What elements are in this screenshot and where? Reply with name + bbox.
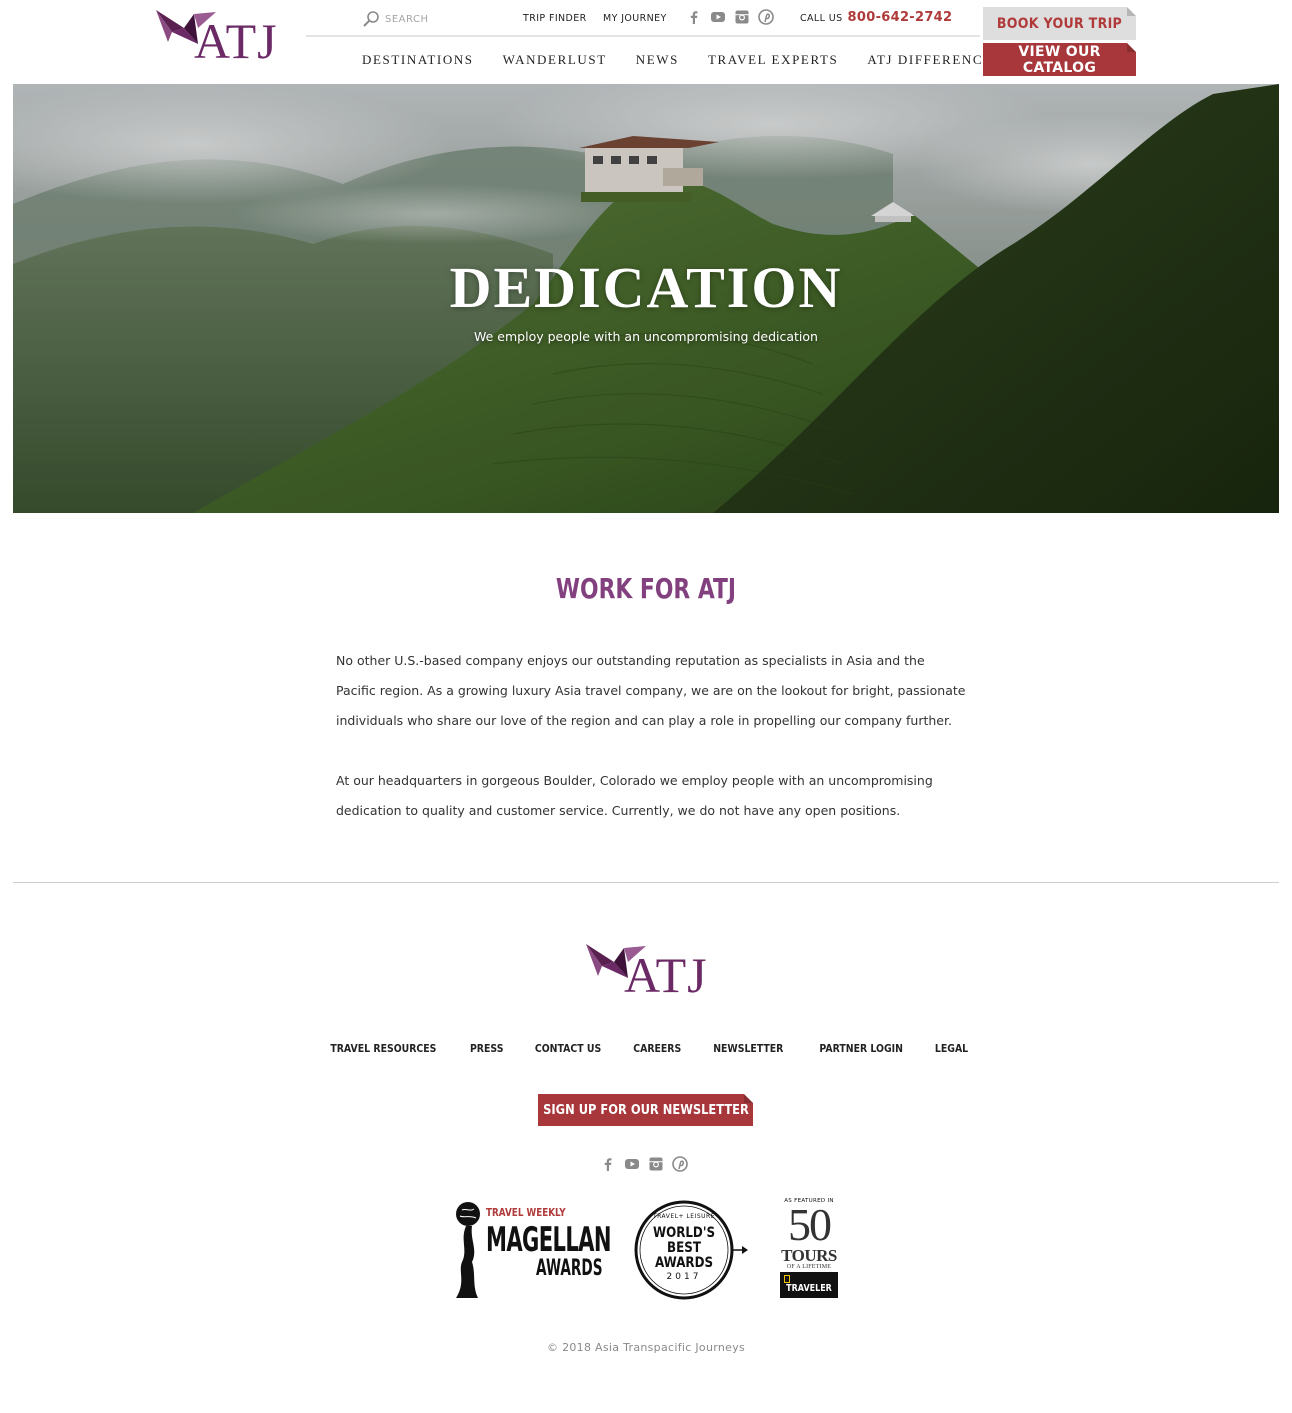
footer-social-links (600, 1156, 688, 1172)
phone-number-link[interactable]: 800-642-2742 (848, 10, 953, 25)
newsletter-signup-label: SIGN UP FOR OUR NEWSLETTER (542, 1102, 749, 1118)
view-catalog-label: VIEW OUR CATALOG (1018, 43, 1101, 76)
nav-wanderlust[interactable]: WANDERLUST (503, 52, 607, 68)
book-your-trip-label: BOOK YOUR TRIP (996, 15, 1123, 32)
facebook-icon[interactable] (686, 9, 702, 25)
footer-link-press[interactable]: PRESS (470, 1042, 503, 1055)
fifty-tours-line1: TOURS (781, 1246, 837, 1265)
footer-atj-logo[interactable]: ATJ (584, 942, 714, 1012)
magellan-publisher: TRAVEL WEEKLY (486, 1206, 566, 1219)
atj-logo[interactable]: ATJ (154, 8, 284, 78)
trip-finder-link[interactable]: TRIP FINDER (523, 13, 587, 24)
header-social-links (686, 9, 774, 25)
tl-publisher: TRAVEL+ LEISURE (652, 1213, 716, 1220)
search-input[interactable] (385, 13, 495, 25)
footer-link-contact-us[interactable]: CONTACT US (535, 1042, 601, 1055)
footer-divider (13, 882, 1279, 883)
globe-figure-icon (456, 1202, 480, 1298)
tl-award-year: 2017 (666, 1272, 702, 1282)
instagram-icon[interactable] (648, 1156, 664, 1172)
footer-link-legal[interactable]: LEGAL (935, 1042, 968, 1055)
magellan-awards-badge: TRAVEL WEEKLY MAGELLAN AWARDS (452, 1200, 614, 1300)
view-catalog-button[interactable]: VIEW OUR CATALOG (983, 43, 1136, 76)
hero-title: DEDICATION (449, 255, 843, 320)
site-header: ATJ TRIP FINDER MY JOURNEY CALL US 800-6… (0, 0, 1292, 84)
nav-destinations[interactable]: DESTINATIONS (362, 52, 474, 68)
magellan-name: MAGELLAN (486, 1220, 611, 1260)
search-icon (363, 11, 379, 27)
instagram-icon[interactable] (734, 9, 750, 25)
newsletter-signup-button[interactable]: SIGN UP FOR OUR NEWSLETTER (538, 1094, 753, 1126)
footer-link-partner-login[interactable]: PARTNER LOGIN (819, 1042, 903, 1055)
logo-wordmark: ATJ (194, 13, 278, 69)
fifty-tours-number: 50 (788, 1199, 832, 1250)
hero-banner: DEDICATION We employ people with an unco… (13, 84, 1279, 513)
main-nav: DESTINATIONS WANDERLUST NEWS TRAVEL EXPE… (362, 52, 1022, 68)
youtube-icon[interactable] (710, 9, 726, 25)
facebook-icon[interactable] (600, 1156, 616, 1172)
pinterest-icon[interactable] (672, 1156, 688, 1172)
footer-nav: TRAVEL RESOURCES PRESS CONTACT US CAREER… (0, 1042, 1292, 1055)
my-journey-link[interactable]: MY JOURNEY (603, 13, 667, 24)
nav-news[interactable]: NEWS (636, 52, 679, 68)
footer-link-careers[interactable]: CAREERS (633, 1042, 681, 1055)
body-copy: No other U.S.-based company enjoys our o… (336, 646, 966, 856)
fifty-tours-line2: OF A LIFETIME (786, 1264, 832, 1270)
header-divider (306, 35, 980, 37)
book-your-trip-button[interactable]: BOOK YOUR TRIP (983, 7, 1136, 40)
corner-fold-shade (744, 1094, 753, 1103)
footer-link-travel-resources[interactable]: TRAVEL RESOURCES (330, 1042, 436, 1055)
worlds-best-awards-badge: TRAVEL+ LEISURE WORLD'S BEST AWARDS 2017 (632, 1200, 750, 1300)
corner-fold-shade (1127, 43, 1136, 52)
magellan-sub: AWARDS (536, 1256, 603, 1281)
youtube-icon[interactable] (624, 1156, 640, 1172)
pinterest-icon[interactable] (758, 9, 774, 25)
fifty-tours-badge: AS FEATURED IN 50 TOURS OF A LIFETIME TR… (778, 1196, 840, 1300)
traveler-label: TRAVELER (786, 1283, 832, 1294)
hero-subtitle: We employ people with an uncompromising … (474, 329, 818, 344)
tl-award-name: WORLD'S BEST AWARDS (652, 1225, 716, 1271)
paragraph: At our headquarters in gorgeous Boulder,… (336, 773, 933, 818)
page-title: WORK FOR ATJ (555, 572, 737, 605)
footer-logo-wordmark: ATJ (624, 947, 708, 1003)
traveler-badge: TRAVELER (780, 1272, 838, 1298)
nav-atj-difference[interactable]: ATJ DIFFERENCE (867, 52, 992, 68)
call-us: CALL US 800-642-2742 (800, 10, 952, 25)
call-us-label: CALL US (800, 13, 843, 24)
nat-geo-frame-icon (784, 1275, 790, 1283)
search-box[interactable] (362, 9, 502, 29)
awards-row: TRAVEL WEEKLY MAGELLAN AWARDS TRAVEL+ LE… (452, 1196, 842, 1302)
nav-travel-experts[interactable]: TRAVEL EXPERTS (708, 52, 838, 68)
footer-link-newsletter[interactable]: NEWSLETTER (714, 1042, 784, 1055)
copyright: © 2018 Asia Transpacific Journeys (546, 1341, 746, 1354)
corner-fold-shade (1127, 7, 1136, 16)
paragraph: No other U.S.-based company enjoys our o… (336, 653, 966, 728)
